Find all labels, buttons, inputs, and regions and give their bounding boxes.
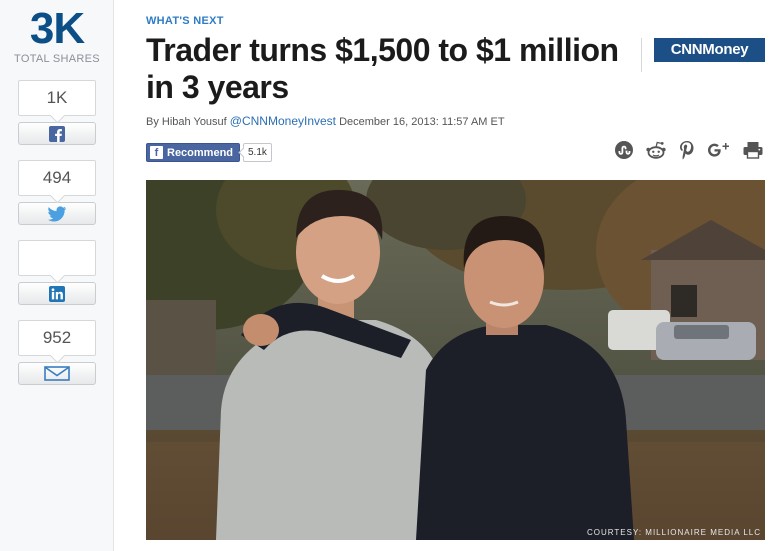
email-share-button[interactable] [18,362,96,385]
photo-illustration [146,180,765,540]
twitter-icon [47,205,67,222]
facebook-share: 1K [18,80,96,145]
photo-credit: COURTESY: MILLIONAIRE MEDIA LLC [586,528,761,537]
linkedin-icon [49,285,65,302]
facebook-icon: f [150,146,163,159]
google-plus-icon[interactable] [707,140,731,160]
envelope-icon [44,366,70,381]
total-shares-count: 3K [29,4,85,53]
facebook-share-count: 1K [18,80,96,116]
twitter-share-button[interactable] [18,202,96,225]
twitter-share: 494 [18,160,96,225]
recommend-label: Recommend [167,146,234,159]
email-share: 952 [18,320,96,385]
byline-author: By Hibah Yousuf [146,116,227,128]
article-tools [614,138,764,162]
facebook-recommend-button[interactable]: f Recommend [146,143,241,162]
header-divider [641,38,642,72]
facebook-share-button[interactable] [18,122,96,145]
section-kicker[interactable]: WHAT'S NEXT [146,15,224,27]
recommend-count: 5.1k [243,143,272,162]
pinterest-icon[interactable] [678,140,696,160]
article-headline: Trader turns $1,500 to $1 million in 3 y… [146,32,619,105]
linkedin-share [18,240,96,305]
twitter-share-count: 494 [18,160,96,196]
facebook-icon [49,125,65,142]
share-rail: 3K TOTAL SHARES 1K 494 952 [0,0,114,551]
linkedin-share-button[interactable] [18,282,96,305]
total-shares: 3K TOTAL SHARES [0,4,114,66]
reddit-icon[interactable] [645,140,667,160]
article-photo: COURTESY: MILLIONAIRE MEDIA LLC [146,180,765,540]
byline: By Hibah Yousuf @CNNMoneyInvest December… [146,114,505,128]
byline-twitter-handle[interactable]: @CNNMoneyInvest [230,114,336,128]
cnnmoney-logo[interactable]: CNNMoney [654,38,765,62]
total-shares-label: TOTAL SHARES [14,53,100,65]
print-icon[interactable] [742,140,764,160]
byline-date: December 16, 2013: 11:57 AM ET [339,116,505,128]
stumbleupon-icon[interactable] [614,140,634,160]
email-share-count: 952 [18,320,96,356]
linkedin-share-count [18,240,96,276]
